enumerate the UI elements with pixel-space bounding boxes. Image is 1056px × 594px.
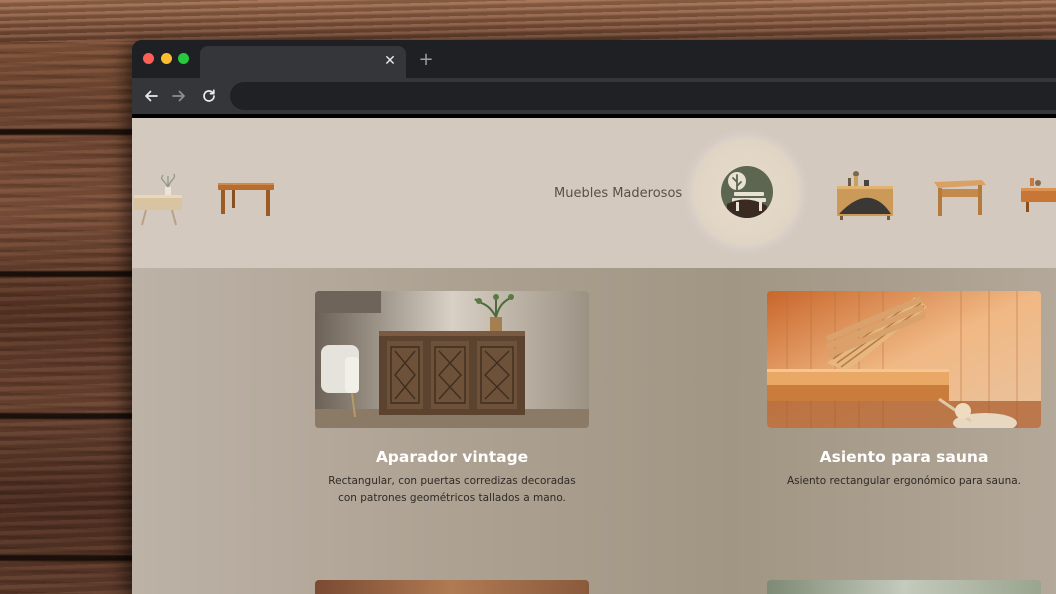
browser-toolbar: [132, 78, 1056, 114]
product-card-sauna-seat[interactable]: Asiento para sauna Asiento rectangular e…: [767, 291, 1041, 490]
plus-icon[interactable]: +: [416, 49, 436, 71]
side-table-furniture-image[interactable]: [132, 173, 188, 227]
reload-icon[interactable]: [198, 84, 220, 108]
forward-arrow-icon[interactable]: [168, 84, 190, 108]
browser-window: ✕ + Muebles Maderosos Aparador vintage R…: [132, 40, 1056, 594]
tree-bench-logo-icon: [727, 172, 767, 218]
wallpaper-plank: [0, 0, 1056, 42]
product-description: Asiento rectangular ergonómico para saun…: [786, 475, 1022, 487]
product-grid: Aparador vintage Rectangular, con puerta…: [132, 268, 1056, 594]
wooden-desk-furniture-image[interactable]: [930, 176, 988, 220]
product-title[interactable]: Aparador vintage: [315, 447, 589, 467]
brand-name[interactable]: Muebles Maderosos: [554, 186, 684, 201]
vintage-sideboard-photo: [315, 291, 589, 428]
product-description: Rectangular, con puertas corredizas deco…: [328, 475, 576, 504]
brand-logo[interactable]: [721, 166, 773, 218]
product-card-peek[interactable]: [315, 580, 589, 594]
tab-bar: ✕ +: [132, 40, 1056, 78]
close-icon[interactable]: ✕: [382, 52, 398, 70]
page-viewport: Muebles Maderosos Aparador vintage Recta…: [132, 114, 1056, 594]
address-bar[interactable]: [230, 82, 1056, 110]
logo-halo: [692, 138, 800, 246]
site-header: Muebles Maderosos: [132, 118, 1056, 268]
active-tab[interactable]: ✕: [200, 46, 406, 78]
window-maximize-button[interactable]: [178, 53, 189, 64]
product-card-aparador[interactable]: Aparador vintage Rectangular, con puerta…: [315, 291, 589, 507]
sideboard-partial-furniture-image[interactable]: [1018, 174, 1056, 218]
product-card-peek[interactable]: [767, 580, 1041, 594]
sauna-seat-photo: [767, 291, 1041, 428]
back-arrow-icon[interactable]: [140, 84, 162, 108]
sideboard-furniture-image[interactable]: [834, 168, 896, 224]
product-image[interactable]: [767, 291, 1041, 428]
product-image[interactable]: [315, 291, 589, 428]
wooden-table-furniture-image[interactable]: [216, 180, 276, 220]
product-title[interactable]: Asiento para sauna: [767, 447, 1041, 467]
window-minimize-button[interactable]: [161, 53, 172, 64]
window-close-button[interactable]: [143, 53, 154, 64]
